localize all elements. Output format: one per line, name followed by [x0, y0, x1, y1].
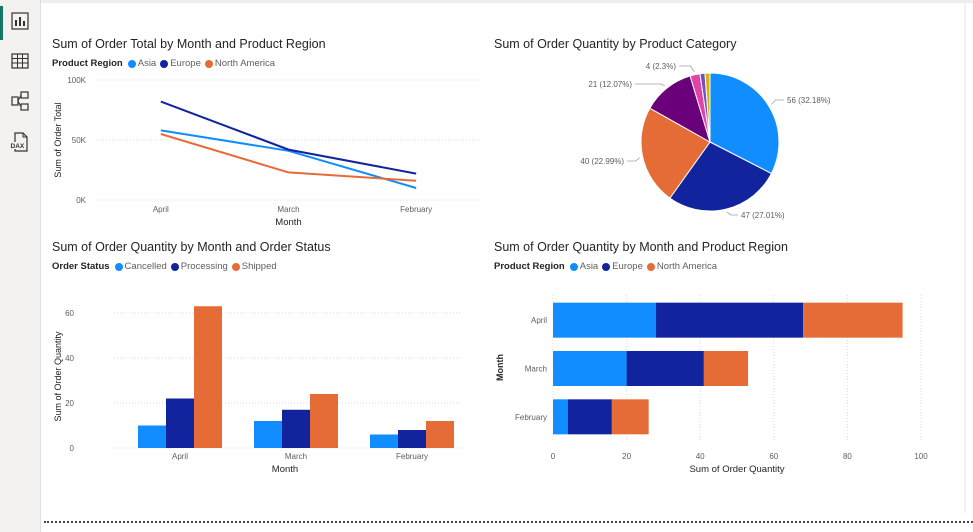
x-tick-label: February	[400, 205, 432, 214]
x-tick-label: 40	[696, 452, 705, 461]
y-tick-label: 60	[65, 309, 74, 318]
x-tick-label: 20	[622, 452, 631, 461]
y-tick-label: 0	[70, 444, 75, 453]
y-axis-title: Sum of Order Quantity	[53, 331, 63, 422]
pie-chart-svg: 56 (32.18%) 47 (27.01%) 40 (22.99%) 21 (12.…	[580, 62, 831, 220]
column-bar-shipped	[426, 421, 454, 448]
pie-leader-line	[635, 83, 666, 87]
y-axis-title: Month	[495, 354, 505, 381]
series-line-north-america	[160, 133, 417, 182]
pie-leader-line	[679, 65, 695, 72]
active-view-indicator	[0, 6, 3, 40]
x-tick-label: April	[153, 205, 169, 214]
pie-data-label: 4 (2.3%)	[646, 62, 677, 71]
column-chart-svg: 60 40 20 0 April March February Month Sum of Ord…	[53, 306, 462, 475]
column-bar-shipped	[310, 394, 338, 448]
table-grid-icon[interactable]	[9, 50, 31, 72]
y-tick-label: 40	[65, 354, 74, 363]
y-tick-label: 50K	[72, 136, 87, 145]
pie-data-label: 56 (32.18%)	[787, 96, 831, 105]
column-bar-cancelled	[370, 434, 398, 448]
column-bar-processing	[398, 430, 426, 448]
stacked-bar-segment-asia	[553, 351, 627, 386]
pie-chart-panel[interactable]: Sum of Order Quantity by Product Categor…	[494, 37, 934, 227]
y-tick-label: 100K	[67, 76, 86, 85]
canvas-bottom-border	[44, 521, 973, 523]
pie-data-label: 47 (27.01%)	[741, 211, 785, 220]
pie-leader-line	[627, 157, 640, 162]
column-chart-panel[interactable]: Sum of Order Quantity by Month and Order…	[52, 240, 482, 480]
stacked-bar-segment-asia	[553, 302, 657, 338]
y-tick-label: 20	[65, 399, 74, 408]
y-tick-label: 0K	[76, 196, 86, 205]
dax-label: DAX	[11, 143, 25, 150]
stacked-bar-segment-north-america	[803, 302, 903, 338]
series-line-asia	[160, 129, 417, 189]
pie-leader-line	[726, 211, 738, 216]
bar-chart-icon[interactable]	[9, 10, 31, 32]
x-tick-label: 100	[914, 452, 928, 461]
y-axis-title: Sum of Order Total	[53, 102, 63, 177]
series-line-europe	[160, 100, 417, 175]
stacked-bar-segment-europe	[626, 351, 704, 386]
stacked-bar-segment-asia	[553, 399, 568, 435]
x-tick-label: March	[285, 452, 307, 461]
column-bar-processing	[166, 398, 194, 448]
x-axis-title: Month	[272, 464, 298, 475]
dax-file-icon[interactable]: DAX	[9, 131, 31, 153]
x-axis-title: Sum of Order Quantity	[689, 464, 784, 475]
model-diagram-icon[interactable]	[9, 90, 31, 112]
stacked-bar-chart-panel[interactable]: Sum of Order Quantity by Month and Produ…	[494, 240, 939, 480]
column-bar-cancelled	[138, 425, 166, 448]
x-tick-label: 60	[769, 452, 778, 461]
line-chart-panel[interactable]: Sum of Order Total by Month and Product …	[52, 37, 482, 232]
x-tick-label: 80	[843, 452, 852, 461]
y-tick-label: March	[525, 365, 547, 374]
y-tick-label: April	[531, 316, 547, 325]
stacked-bar-chart-svg: 0 20 40 60 80 100 April March February Sum of Ord…	[495, 295, 928, 475]
column-bar-processing	[282, 409, 310, 448]
stacked-bar-segment-europe	[567, 399, 612, 435]
line-chart-svg: 100K 50K 0K April March February Month Sum of O…	[53, 76, 480, 228]
x-tick-label: March	[277, 205, 299, 214]
stacked-bar-segment-north-america	[703, 351, 749, 386]
y-tick-label: February	[515, 413, 547, 422]
column-bar-shipped	[194, 306, 222, 448]
vertical-scrollbar[interactable]	[961, 3, 969, 513]
x-axis-title: Month	[275, 217, 301, 228]
stacked-bar-segment-europe	[656, 302, 804, 338]
x-tick-label: February	[396, 452, 428, 461]
stacked-bar-segment-north-america	[611, 399, 649, 435]
x-tick-label: 0	[551, 452, 556, 461]
column-bar-cancelled	[254, 421, 282, 448]
x-tick-label: April	[172, 452, 188, 461]
view-rail: DAX	[0, 0, 41, 532]
pie-data-label: 40 (22.99%)	[580, 157, 624, 166]
top-border	[0, 0, 973, 3]
pie-data-label: 21 (12.07%)	[588, 80, 632, 89]
pie-leader-line	[771, 99, 784, 105]
